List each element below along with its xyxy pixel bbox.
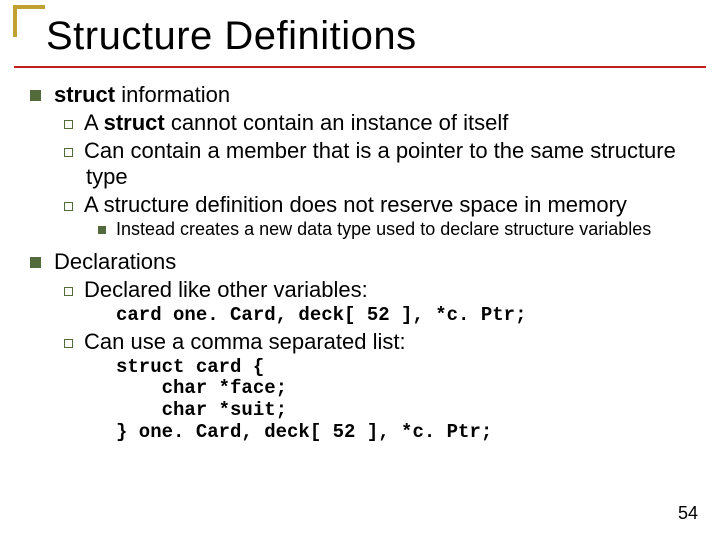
square-hollow-icon [64,202,73,211]
slide-title: Structure Definitions [46,14,417,59]
content-area: struct information A struct cannot conta… [30,80,700,444]
square-hollow-icon [64,339,73,348]
text: Declared like other variables: [84,277,368,302]
bullet-lvl3: Instead creates a new data type used to … [30,219,700,241]
bullet-lvl2: Declared like other variables: [30,277,700,303]
text: Declarations [54,249,176,274]
bullet-lvl1: struct information [30,82,700,108]
text: struct [54,82,115,107]
text: Instead creates a new data type used to … [116,219,651,239]
text: A [84,110,104,135]
bullet-lvl2: Can use a comma separated list: [30,329,700,355]
corner-decoration [13,5,45,37]
code-block: card one. Card, deck[ 52 ], *c. Ptr; [116,304,700,327]
bullet-lvl2: Can contain a member that is a pointer t… [30,138,700,191]
text: A structure definition does not reserve … [84,192,627,217]
square-filled-icon [30,90,41,101]
square-hollow-icon [64,120,73,129]
title-underline [14,66,706,68]
square-hollow-icon [64,287,73,296]
bullet-lvl1: Declarations [30,249,700,275]
code-block: struct card { char *face; char *suit; } … [116,357,700,444]
bullet-lvl2: A struct cannot contain an instance of i… [30,110,700,136]
text: Can use a comma separated list: [84,329,406,354]
text: struct [104,110,165,135]
square-filled-icon [30,257,41,268]
text: information [115,82,230,107]
text: Can contain a member that is a pointer t… [84,138,676,189]
square-hollow-icon [64,148,73,157]
text: cannot contain an instance of itself [165,110,509,135]
slide: Structure Definitions struct information… [0,0,720,540]
bullet-lvl2: A structure definition does not reserve … [30,192,700,218]
square-small-icon [98,226,106,234]
page-number: 54 [678,503,698,524]
